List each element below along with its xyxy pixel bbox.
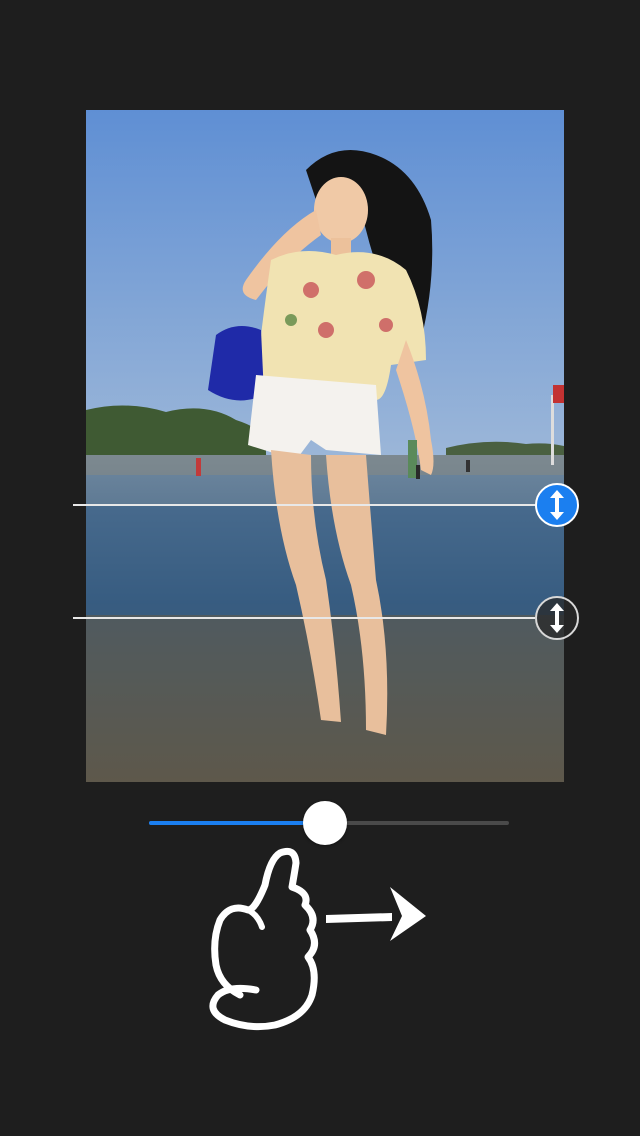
slider-thumb[interactable] xyxy=(303,801,348,845)
bottom-guide-line[interactable] xyxy=(73,617,535,619)
swipe-gesture-hint xyxy=(200,845,440,1035)
top-guide-handle[interactable] xyxy=(535,483,579,527)
beach-photo xyxy=(86,110,564,782)
vertical-resize-arrows-icon xyxy=(550,490,564,520)
photo-preview[interactable] xyxy=(86,110,564,782)
adjustment-slider[interactable] xyxy=(149,800,509,846)
top-guide-line[interactable] xyxy=(73,504,535,506)
bottom-guide-handle[interactable] xyxy=(535,596,579,640)
vertical-resize-arrows-icon xyxy=(550,603,564,633)
arrow-right-icon xyxy=(326,887,426,941)
slider-fill xyxy=(149,821,326,825)
editor-screen xyxy=(0,0,640,1136)
